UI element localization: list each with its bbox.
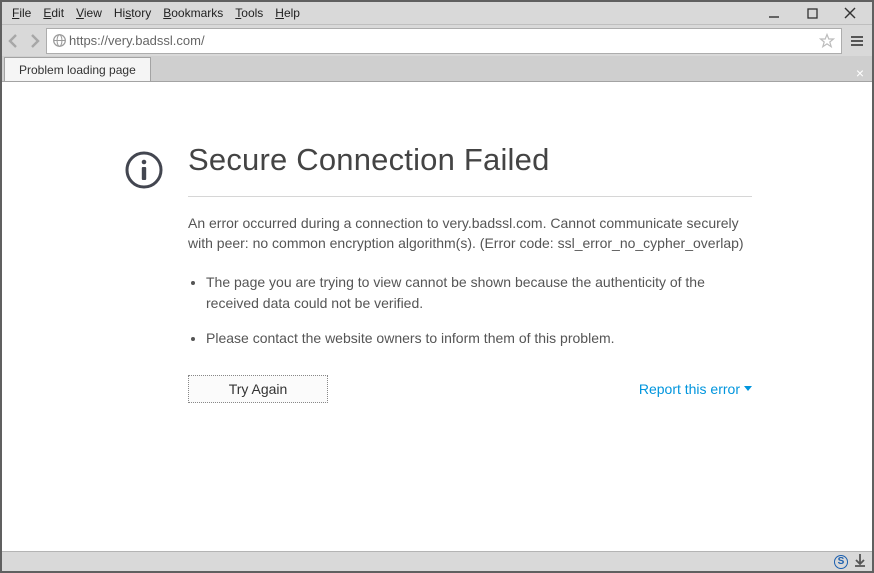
menu-history[interactable]: History: [108, 4, 157, 22]
download-arrow-icon[interactable]: [854, 553, 866, 570]
tab-title: Problem loading page: [19, 63, 136, 77]
status-s-icon[interactable]: S: [834, 555, 848, 569]
tab-strip: Problem loading page ×: [2, 56, 872, 82]
tab-active[interactable]: Problem loading page: [4, 57, 151, 81]
menu-help[interactable]: Help: [269, 4, 306, 22]
url-input[interactable]: [69, 33, 815, 48]
menu-bar: File Edit View History Bookmarks Tools H…: [2, 2, 872, 24]
bookmark-star-icon[interactable]: [815, 33, 839, 49]
menu-hamburger-icon[interactable]: [846, 33, 868, 49]
report-error-link[interactable]: Report this error: [639, 381, 752, 397]
maximize-button[interactable]: [804, 5, 820, 21]
error-bullets: The page you are trying to view cannot b…: [188, 272, 752, 349]
forward-button[interactable]: [26, 33, 42, 49]
caret-down-icon: [744, 386, 752, 391]
menu-edit[interactable]: Edit: [37, 4, 70, 22]
close-button[interactable]: [842, 5, 858, 21]
error-title: Secure Connection Failed: [188, 142, 752, 178]
tabstrip-close-icon[interactable]: ×: [856, 65, 864, 81]
error-bullet: Please contact the website owners to inf…: [206, 328, 752, 349]
error-description: An error occurred during a connection to…: [188, 213, 752, 254]
navigation-toolbar: [2, 24, 872, 56]
globe-icon: [49, 33, 69, 48]
menu-view[interactable]: View: [70, 4, 108, 22]
report-error-label: Report this error: [639, 381, 740, 397]
url-bar[interactable]: [46, 28, 842, 54]
try-again-button[interactable]: Try Again: [188, 375, 328, 403]
menu-file[interactable]: File: [6, 4, 37, 22]
minimize-button[interactable]: [766, 5, 782, 21]
page-content: Secure Connection Failed An error occurr…: [2, 82, 872, 551]
error-bullet: The page you are trying to view cannot b…: [206, 272, 752, 314]
browser-window: File Edit View History Bookmarks Tools H…: [0, 0, 874, 573]
menu-bookmarks[interactable]: Bookmarks: [157, 4, 229, 22]
info-icon: [122, 142, 166, 403]
status-bar: S: [2, 551, 872, 571]
divider: [188, 196, 752, 197]
menu-tools[interactable]: Tools: [229, 4, 269, 22]
back-button[interactable]: [6, 33, 22, 49]
